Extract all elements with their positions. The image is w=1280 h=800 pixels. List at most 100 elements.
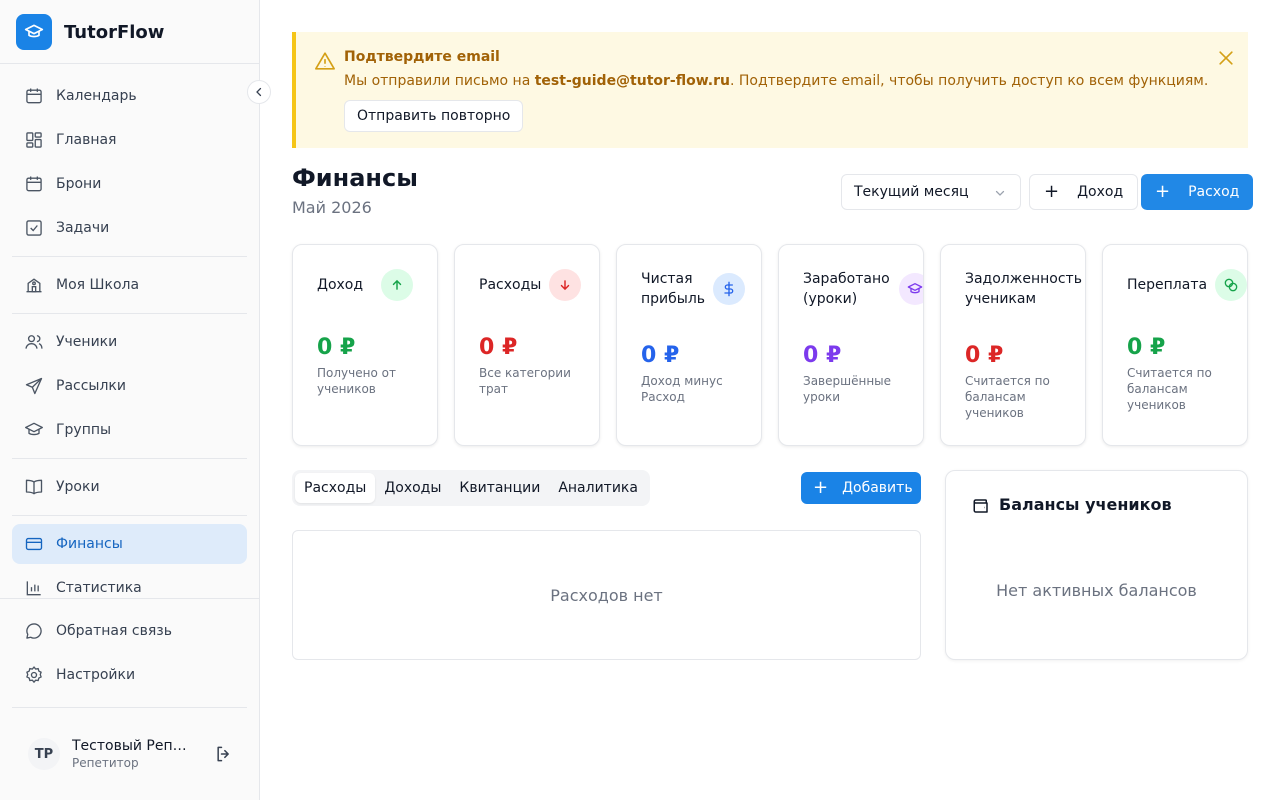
stat-card-income: Доход 0 ₽ Получено от учеников <box>292 244 438 446</box>
warning-icon <box>315 52 335 70</box>
card-value: 0 ₽ <box>1127 335 1166 360</box>
divider <box>12 313 247 314</box>
divider <box>0 598 259 599</box>
sidebar-item-label: Моя Школа <box>56 277 140 293</box>
coins-icon <box>1215 269 1247 301</box>
expenses-empty-state: Расходов нет <box>292 530 921 660</box>
card-label: Чистая прибыль <box>641 271 706 307</box>
gear-icon <box>26 666 42 684</box>
app-name: TutorFlow <box>64 21 165 43</box>
email-verification-alert: Подтвердите email Мы отправили письмо на… <box>292 32 1248 148</box>
calendar-icon <box>26 88 42 104</box>
stat-card-earned-lessons: Заработано (уроки) 0 ₽ Завершённые уроки <box>778 244 924 446</box>
card-description: Считается по балансам учеников <box>965 374 1050 420</box>
users-icon <box>25 335 43 349</box>
checkbox-icon <box>26 220 42 236</box>
divider <box>12 707 247 708</box>
sidebar-item-settings[interactable]: Настройки <box>12 655 247 695</box>
card-label: Расходы <box>479 277 542 293</box>
divider <box>0 63 259 64</box>
sidebar-item-home[interactable]: Главная <box>12 120 247 160</box>
student-balances-panel: Балансы учеников Нет активных балансов <box>945 470 1248 660</box>
alert-title: Подтвердите email <box>344 49 500 65</box>
graduation-cap-icon <box>899 273 923 305</box>
card-label: Переплата <box>1127 277 1208 293</box>
plus-icon: + <box>813 477 829 498</box>
plus-icon: + <box>1155 181 1171 202</box>
sidebar-item-label: Уроки <box>56 479 100 495</box>
sidebar-item-mailings[interactable]: Рассылки <box>12 366 247 406</box>
send-icon <box>25 377 43 395</box>
card-description: Доход минус Расход <box>641 374 723 404</box>
card-label: Доход <box>317 277 364 293</box>
resend-email-button[interactable]: Отправить повторно <box>344 100 524 132</box>
logout-icon[interactable] <box>214 744 234 764</box>
sidebar-item-students[interactable]: Ученики <box>12 322 247 362</box>
alert-email: test-guide@tutor-flow.ru <box>534 73 730 89</box>
card-value: 0 ₽ <box>803 343 842 368</box>
sidebar-item-lessons[interactable]: Уроки <box>12 467 247 507</box>
add-button[interactable]: + Добавить <box>801 472 921 504</box>
arrow-up-icon <box>381 269 413 301</box>
sidebar-item-tasks[interactable]: Задачи <box>12 208 247 248</box>
book-icon <box>25 479 43 495</box>
plus-icon: + <box>1044 181 1060 202</box>
card-description: Все категории трат <box>479 366 571 396</box>
card-description: Считается по балансам учеников <box>1127 366 1212 412</box>
sidebar-item-label: Ученики <box>56 334 118 350</box>
arrow-down-icon <box>549 269 581 301</box>
calendar-icon <box>26 176 42 192</box>
sidebar-item-label: Финансы <box>56 536 123 552</box>
add-expense-label: Расход <box>1188 184 1240 200</box>
alert-message-suffix: . Подтвердите email, чтобы получить дост… <box>729 73 1209 89</box>
bar-chart-icon <box>26 581 41 596</box>
stat-card-net-profit: Чистая прибыль 0 ₽ Доход минус Расход <box>616 244 762 446</box>
page-subtitle: Май 2026 <box>292 198 372 217</box>
sidebar-item-groups[interactable]: Группы <box>12 410 247 450</box>
divider <box>12 458 247 459</box>
stat-card-overpayment: Переплата 0 ₽ Считается по балансам учен… <box>1102 244 1248 446</box>
balances-empty-state: Нет активных балансов <box>996 581 1197 600</box>
sidebar-item-label: Статистика <box>56 580 142 596</box>
sidebar-item-feedback[interactable]: Обратная связь <box>12 611 247 651</box>
sidebar-item-bookings[interactable]: Брони <box>12 164 247 204</box>
sidebar-item-label: Брони <box>56 176 102 192</box>
tab-expenses[interactable]: Расходы <box>295 473 376 503</box>
add-income-button[interactable]: + Доход <box>1029 174 1139 210</box>
close-icon[interactable] <box>1216 48 1236 68</box>
card-value: 0 ₽ <box>641 343 680 368</box>
card-description: Получено от учеников <box>317 366 396 396</box>
sidebar-collapse-button[interactable] <box>247 80 271 104</box>
divider <box>12 515 247 516</box>
avatar: TP <box>28 738 60 770</box>
sidebar-item-label: Календарь <box>56 88 137 104</box>
add-income-label: Доход <box>1077 184 1124 200</box>
period-select[interactable]: Текущий месяц <box>841 174 1021 210</box>
add-expense-button[interactable]: + Расход <box>1141 174 1254 210</box>
card-value: 0 ₽ <box>479 335 518 360</box>
sidebar-item-finance[interactable]: Финансы <box>12 524 247 564</box>
tab-analytics[interactable]: Аналитика <box>549 473 647 503</box>
user-profile[interactable]: TP Тестовый Репетитор Репетитор <box>28 738 194 770</box>
wallet-icon <box>973 499 988 513</box>
graduation-cap-logo-icon <box>16 14 52 50</box>
divider <box>12 256 247 257</box>
sidebar-item-calendar[interactable]: Календарь <box>12 76 247 116</box>
user-role: Репетитор <box>72 756 139 770</box>
sidebar: TutorFlow Календарь Главная Брони Задачи… <box>0 0 260 800</box>
card-value: 0 ₽ <box>317 335 356 360</box>
stat-card-expenses: Расходы 0 ₽ Все категории трат <box>454 244 600 446</box>
card-label: Задолженность ученикам <box>965 271 1082 307</box>
sidebar-item-statistics[interactable]: Статистика <box>12 568 247 608</box>
tab-receipts[interactable]: Квитанции <box>450 473 549 503</box>
stat-card-debt-to-students: Задолженность ученикам 0 ₽ Считается по … <box>940 244 1086 446</box>
sidebar-item-my-school[interactable]: Моя Школа <box>12 265 247 305</box>
chevron-left-icon <box>256 87 262 97</box>
tab-income[interactable]: Доходы <box>375 473 450 503</box>
brand[interactable]: TutorFlow <box>16 14 164 50</box>
add-button-label: Добавить <box>842 480 913 496</box>
card-description: Завершённые уроки <box>803 374 892 404</box>
finance-tabs: Расходы Доходы Квитанции Аналитика <box>292 470 650 506</box>
sidebar-item-label: Задачи <box>56 220 110 236</box>
balances-title: Балансы учеников <box>999 495 1172 514</box>
